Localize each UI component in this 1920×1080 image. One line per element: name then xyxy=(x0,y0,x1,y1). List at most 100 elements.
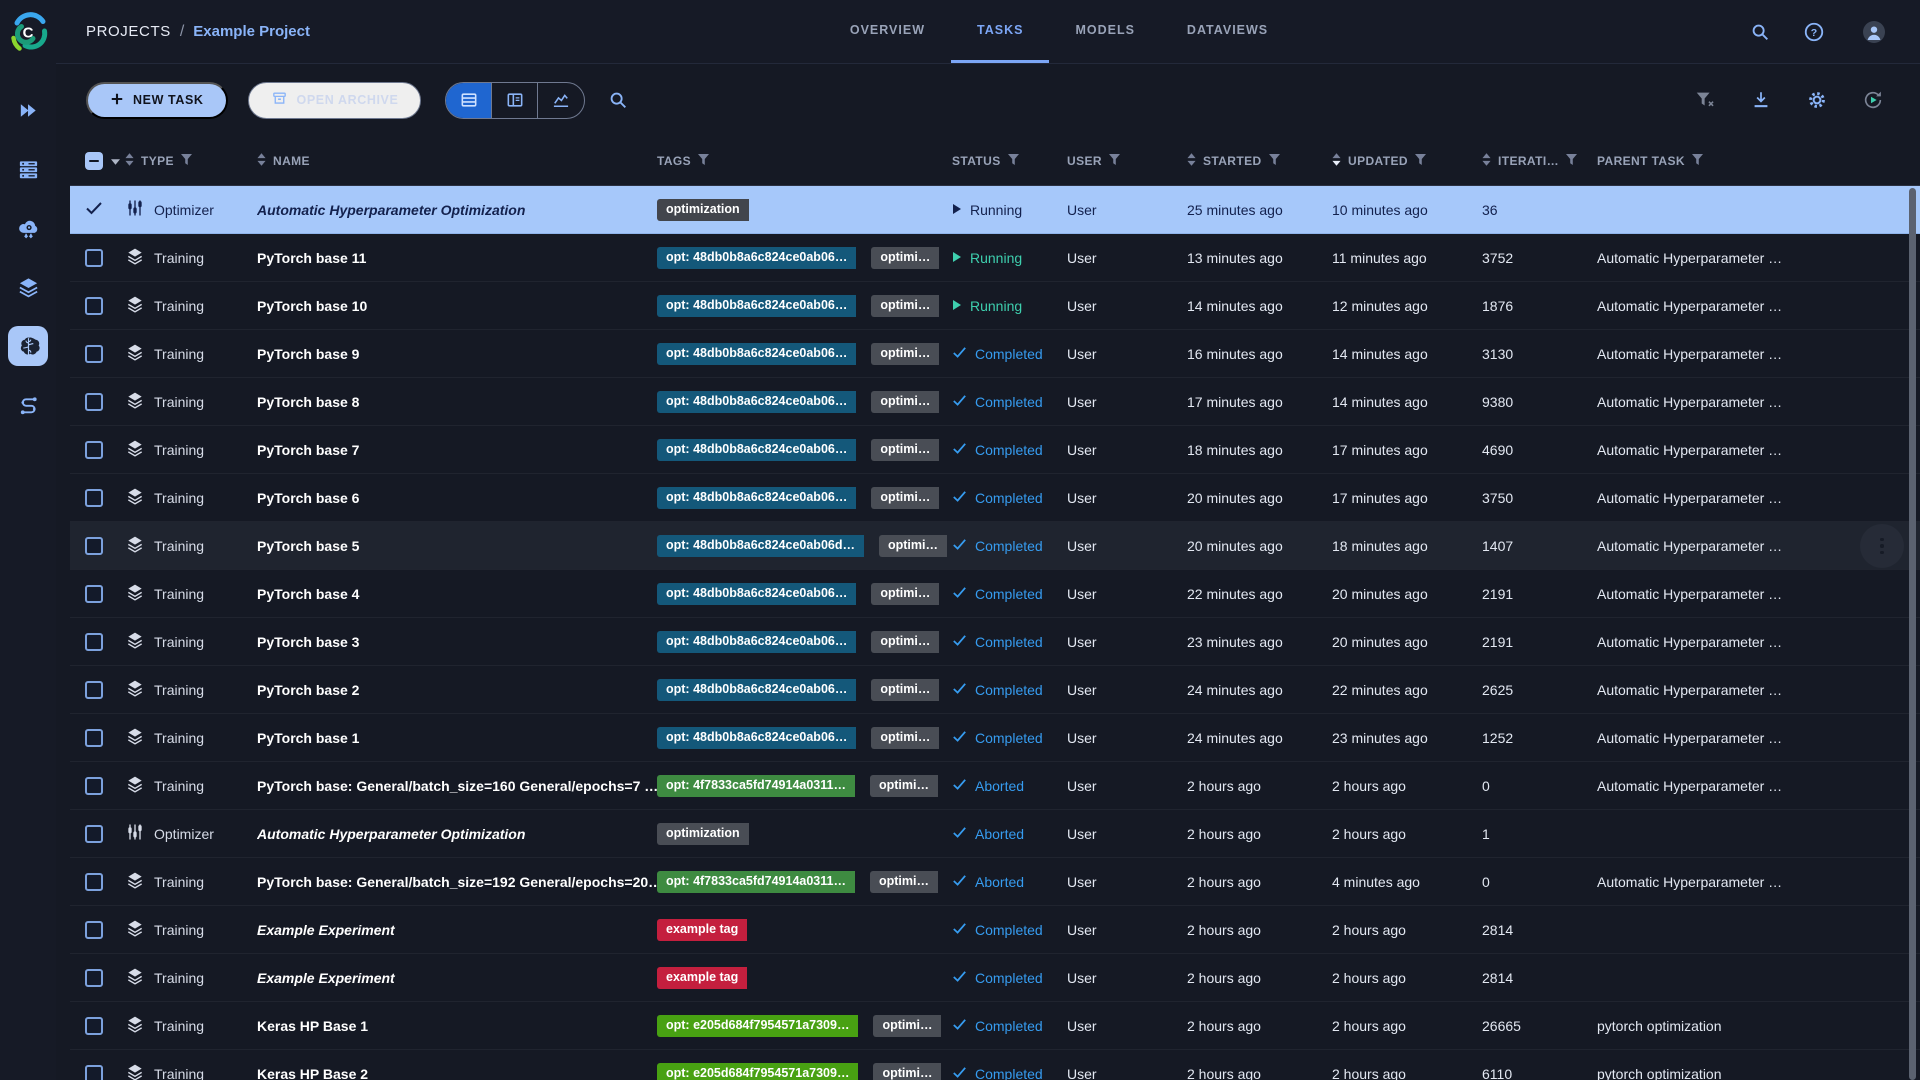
open-archive-button[interactable]: OPEN ARCHIVE xyxy=(248,82,422,119)
row-checkbox[interactable] xyxy=(85,441,103,459)
task-name[interactable]: PyTorch base: General/batch_size=192 Gen… xyxy=(257,874,657,890)
row-menu-button[interactable] xyxy=(1860,524,1904,568)
task-name[interactable]: PyTorch base 8 xyxy=(257,394,657,410)
row-checkbox[interactable] xyxy=(85,729,103,747)
column-header-tags[interactable]: TAGS xyxy=(657,154,952,168)
table-search-icon[interactable] xyxy=(605,87,631,113)
table-row[interactable]: TrainingPyTorch base 6opt: 48db0b8a6c824… xyxy=(70,474,1920,522)
filter-icon[interactable] xyxy=(698,154,709,168)
table-row[interactable]: TrainingPyTorch base 3opt: 48db0b8a6c824… xyxy=(70,618,1920,666)
task-name[interactable]: PyTorch base 10 xyxy=(257,298,657,314)
table-row[interactable]: OptimizerAutomatic Hyperparameter Optimi… xyxy=(70,810,1920,858)
table-row[interactable]: TrainingPyTorch base 8opt: 48db0b8a6c824… xyxy=(70,378,1920,426)
task-name[interactable]: PyTorch base 9 xyxy=(257,346,657,362)
task-name[interactable]: Keras HP Base 2 xyxy=(257,1066,657,1080)
table-row[interactable]: TrainingPyTorch base 10opt: 48db0b8a6c82… xyxy=(70,282,1920,330)
column-header-status[interactable]: STATUS xyxy=(952,154,1067,168)
table-row[interactable]: TrainingPyTorch base 11opt: 48db0b8a6c82… xyxy=(70,234,1920,282)
select-menu-caret-icon[interactable] xyxy=(111,154,120,168)
tab-dataviews[interactable]: DATAVIEWS xyxy=(1161,0,1294,63)
column-header-updated[interactable]: UPDATED xyxy=(1332,153,1482,169)
column-header-name[interactable]: NAME xyxy=(257,153,657,169)
task-name[interactable]: Automatic Hyperparameter Optimization xyxy=(257,202,657,218)
column-header-iterati-[interactable]: ITERATI… xyxy=(1482,153,1597,169)
task-name[interactable]: PyTorch base 7 xyxy=(257,442,657,458)
column-header-parent-task[interactable]: PARENT TASK xyxy=(1597,154,1920,168)
table-row[interactable]: TrainingExample Experimentexample tagCom… xyxy=(70,906,1920,954)
task-name[interactable]: Example Experiment xyxy=(257,970,657,986)
filter-icon[interactable] xyxy=(181,154,192,168)
new-task-button[interactable]: NEW TASK xyxy=(86,82,228,119)
task-name[interactable]: Automatic Hyperparameter Optimization xyxy=(257,826,657,842)
filter-icon[interactable] xyxy=(1415,154,1426,168)
sidebar-item-double-chevron[interactable] xyxy=(8,90,48,130)
row-checkbox[interactable] xyxy=(85,969,103,987)
table-row[interactable]: TrainingPyTorch base 2opt: 48db0b8a6c824… xyxy=(70,666,1920,714)
table-row[interactable]: TrainingExample Experimentexample tagCom… xyxy=(70,954,1920,1002)
row-selected-check-icon[interactable] xyxy=(85,201,103,218)
sort-icon[interactable] xyxy=(125,153,134,169)
task-name[interactable]: PyTorch base 6 xyxy=(257,490,657,506)
table-view-icon[interactable] xyxy=(446,83,492,118)
task-name[interactable]: PyTorch base 2 xyxy=(257,682,657,698)
row-checkbox[interactable] xyxy=(85,345,103,363)
table-row[interactable]: OptimizerAutomatic Hyperparameter Optimi… xyxy=(70,186,1920,234)
clear-filters-icon[interactable] xyxy=(1692,87,1718,113)
row-checkbox[interactable] xyxy=(85,777,103,795)
breadcrumb-root[interactable]: PROJECTS xyxy=(86,23,171,40)
task-name[interactable]: PyTorch base: General/batch_size=160 Gen… xyxy=(257,778,657,794)
settings-gear-icon[interactable] xyxy=(1804,87,1830,113)
task-name[interactable]: Keras HP Base 1 xyxy=(257,1018,657,1034)
sidebar-item-datasets[interactable] xyxy=(8,267,48,307)
row-checkbox[interactable] xyxy=(85,633,103,651)
task-name[interactable]: PyTorch base 5 xyxy=(257,538,657,554)
select-all-checkbox[interactable] xyxy=(85,152,103,170)
row-checkbox[interactable] xyxy=(85,489,103,507)
filter-icon[interactable] xyxy=(1566,154,1577,168)
sort-icon[interactable] xyxy=(1332,153,1341,169)
row-checkbox[interactable] xyxy=(85,1065,103,1080)
clearml-logo[interactable]: C xyxy=(0,0,56,64)
vertical-scrollbar[interactable] xyxy=(1909,188,1916,1080)
tab-models[interactable]: MODELS xyxy=(1049,0,1160,63)
column-header-started[interactable]: STARTED xyxy=(1187,153,1332,169)
table-row[interactable]: TrainingPyTorch base: General/batch_size… xyxy=(70,858,1920,906)
breadcrumb-current[interactable]: Example Project xyxy=(193,23,310,40)
task-name[interactable]: PyTorch base 1 xyxy=(257,730,657,746)
details-view-icon[interactable] xyxy=(492,83,538,118)
user-avatar[interactable] xyxy=(1856,14,1892,50)
column-header-type[interactable]: TYPE xyxy=(125,153,257,169)
sidebar-item-pipelines[interactable] xyxy=(8,385,48,425)
row-checkbox[interactable] xyxy=(85,393,103,411)
table-row[interactable]: TrainingPyTorch base 7opt: 48db0b8a6c824… xyxy=(70,426,1920,474)
download-icon[interactable] xyxy=(1748,87,1774,113)
charts-view-icon[interactable] xyxy=(538,83,584,118)
filter-icon[interactable] xyxy=(1008,154,1019,168)
task-name[interactable]: PyTorch base 11 xyxy=(257,250,657,266)
table-row[interactable]: TrainingKeras HP Base 2opt: e205d684f795… xyxy=(70,1050,1920,1080)
column-header-user[interactable]: USER xyxy=(1067,154,1187,168)
sort-icon[interactable] xyxy=(1187,153,1196,169)
sidebar-item-projects-brain[interactable] xyxy=(8,326,48,366)
table-row[interactable]: TrainingPyTorch base: General/batch_size… xyxy=(70,762,1920,810)
table-row[interactable]: TrainingPyTorch base 5opt: 48db0b8a6c824… xyxy=(70,522,1920,570)
table-row[interactable]: TrainingPyTorch base 9opt: 48db0b8a6c824… xyxy=(70,330,1920,378)
table-row[interactable]: TrainingPyTorch base 1opt: 48db0b8a6c824… xyxy=(70,714,1920,762)
row-checkbox[interactable] xyxy=(85,873,103,891)
task-name[interactable]: Example Experiment xyxy=(257,922,657,938)
row-checkbox[interactable] xyxy=(85,681,103,699)
row-checkbox[interactable] xyxy=(85,585,103,603)
filter-icon[interactable] xyxy=(1692,154,1703,168)
sort-icon[interactable] xyxy=(257,153,266,169)
auto-refresh-icon[interactable] xyxy=(1860,87,1886,113)
task-name[interactable]: PyTorch base 4 xyxy=(257,586,657,602)
tab-tasks[interactable]: TASKS xyxy=(951,0,1049,63)
tab-overview[interactable]: OVERVIEW xyxy=(824,0,951,63)
row-checkbox[interactable] xyxy=(85,297,103,315)
row-checkbox[interactable] xyxy=(85,537,103,555)
table-row[interactable]: TrainingKeras HP Base 1opt: e205d684f795… xyxy=(70,1002,1920,1050)
sidebar-item-workers-queues[interactable] xyxy=(8,149,48,189)
filter-icon[interactable] xyxy=(1269,154,1280,168)
sidebar-item-cloud-autoscaler[interactable] xyxy=(8,208,48,248)
search-icon[interactable] xyxy=(1748,20,1772,44)
